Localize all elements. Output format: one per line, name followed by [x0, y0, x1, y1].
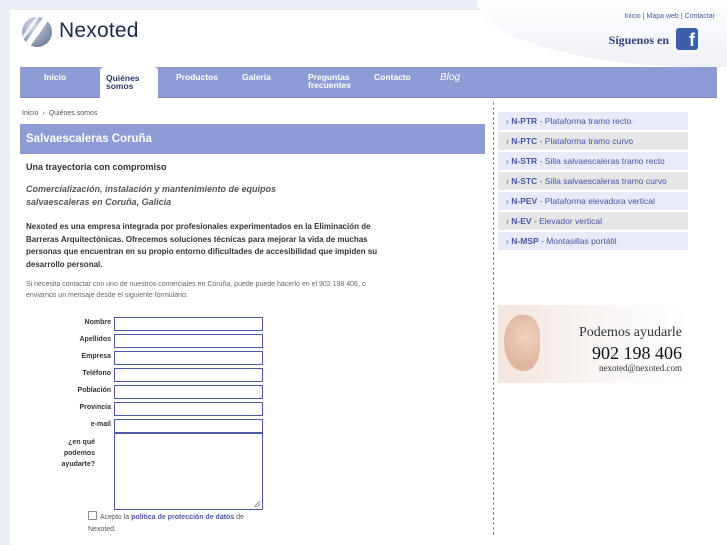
breadcrumb-current: Quiénes somos [48, 110, 98, 117]
label-telefono: Teléfono [82, 370, 111, 377]
nav-item-blog[interactable]: Blog [440, 67, 460, 98]
message-textarea[interactable] [114, 433, 263, 510]
privacy-consent: Acepto la política de protección de dato… [88, 511, 248, 536]
label-nombre: Nombre [84, 319, 111, 326]
provincia-input[interactable] [114, 402, 263, 416]
label-provincia: Provincia [79, 404, 111, 411]
toplink-mapa-web[interactable]: Mapa web [647, 13, 679, 20]
sidebar-item-code: N-EV [511, 216, 532, 226]
nombre-input[interactable] [114, 317, 263, 331]
sidebar-item-dash: - [539, 156, 543, 166]
promo-email: nexoted@nexoted.com [598, 363, 682, 373]
chevron-right-icon: › [506, 196, 509, 206]
nav-item-productos[interactable]: Productos [176, 67, 218, 98]
resize-grip-icon[interactable] [254, 501, 260, 507]
breadcrumb-home[interactable]: Inicio [22, 110, 38, 117]
chevron-right-icon: › [506, 136, 509, 146]
contact-promo-banner[interactable]: Podemos ayudarle 902 198 406 nexoted@nex… [498, 305, 688, 383]
sidebar-item-text: Plataforma elevadora vertical [544, 196, 655, 206]
sidebar-item-n-pev[interactable]: › N-PEV - Plataforma elevadora vertical [498, 192, 688, 212]
sidebar-item-dash: - [539, 176, 543, 186]
sidebar-item-code: N-PEV [511, 196, 538, 206]
follow-label: Síguenos en [608, 33, 669, 47]
sidebar-item-text: Elevador vertical [539, 216, 602, 226]
sidebar-item-dash: - [539, 196, 543, 206]
facebook-icon[interactable]: f [676, 28, 698, 50]
form-row-telefono: Teléfono [26, 368, 266, 382]
column-divider [493, 102, 494, 535]
chevron-right-icon: › [506, 236, 509, 246]
section-subtitle: Una trayectoria con compromiso [26, 162, 167, 172]
sidebar-item-text: Plataforma tramo recto [544, 116, 632, 126]
main-nav: Inicio Quiénes somos Productos Galería P… [20, 67, 717, 98]
sidebar-item-n-msp[interactable]: › N-MSP - Montasillas portátil [498, 232, 688, 252]
privacy-policy-link[interactable]: política de protección de datos [131, 514, 234, 521]
chevron-right-icon: › [506, 156, 509, 166]
nav-item-quienes-somos[interactable]: Quiénes somos [100, 67, 158, 98]
sidebar-item-n-str[interactable]: › N-STR - Silla salvaescaleras tramo rec… [498, 152, 688, 172]
label-apellidos: Apellidos [79, 336, 111, 343]
sidebar-item-dash: - [533, 216, 537, 226]
form-row-provincia: Provincia [26, 402, 266, 416]
label-email: e-mail [90, 421, 111, 428]
nav-item-inicio[interactable]: Inicio [44, 67, 66, 98]
poblacion-input[interactable] [114, 385, 263, 399]
label-empresa: Empresa [81, 353, 111, 360]
sidebar-item-code: N-MSP [511, 236, 539, 246]
privacy-prefix: Acepto la [100, 514, 130, 521]
nav-item-contacto[interactable]: Contacto [374, 67, 411, 98]
sidebar-item-text: Montasillas portátil [546, 236, 617, 246]
page-title: Salvaescaleras Coruña [26, 133, 152, 145]
intro-paragraph: Nexoted es una empresa integrada por pro… [26, 222, 378, 269]
nexoted-logo-icon[interactable] [22, 17, 52, 47]
sidebar-item-code: N-PTR [511, 116, 538, 126]
contact-paragraph: Si necesita contactar con uno de nuestro… [26, 281, 366, 299]
top-links: Inicio | Mapa web | Contactar [624, 13, 715, 20]
brand-name[interactable]: Nexoted [59, 19, 139, 43]
sidebar-item-n-ev[interactable]: › N-EV - Elevador vertical [498, 212, 688, 232]
italic-heading: Comercialización, instalación y mantenim… [26, 184, 277, 207]
label-poblacion: Población [77, 387, 111, 394]
product-sidebar: › N-PTR - Plataforma tramo recto › N-PTC… [498, 112, 688, 252]
sidebar-item-dash: - [539, 136, 543, 146]
sidebar-item-code: N-STR [511, 156, 538, 166]
sidebar-item-dash: - [539, 116, 543, 126]
toplink-inicio[interactable]: Inicio [624, 13, 640, 20]
page-title-bar: Salvaescaleras Coruña [20, 124, 485, 154]
empresa-input[interactable] [114, 351, 263, 365]
ear-illustration-icon [504, 315, 540, 371]
toplink-contactar[interactable]: Contactar [685, 13, 715, 20]
form-row-apellidos: Apellidos [26, 334, 266, 348]
main-content: Una trayectoria con compromiso Comercial… [26, 162, 396, 301]
breadcrumb: Inicio › Quiénes somos [22, 110, 97, 117]
promo-title: Podemos ayudarle [578, 325, 682, 340]
breadcrumb-arrow-icon: › [42, 110, 45, 117]
form-row-empresa: Empresa [26, 351, 266, 365]
sidebar-item-text: Silla salvaescaleras tramo curvo [544, 176, 667, 186]
chevron-right-icon: › [506, 176, 509, 186]
chevron-right-icon: › [506, 116, 509, 126]
sidebar-item-code: N-PTC [511, 136, 538, 146]
form-row-poblacion: Población [26, 385, 266, 399]
nav-item-galeria[interactable]: Galería [242, 67, 271, 98]
form-row-nombre: Nombre [26, 317, 266, 331]
apellidos-input[interactable] [114, 334, 263, 348]
nav-item-preguntas-frecuentes[interactable]: Preguntas frecuentes [308, 67, 358, 98]
promo-phone: 902 198 406 [592, 343, 682, 363]
privacy-checkbox[interactable] [88, 511, 97, 520]
sidebar-item-text: Plataforma tramo curvo [544, 136, 634, 146]
sidebar-item-n-stc[interactable]: › N-STC - Silla salvaescaleras tramo cur… [498, 172, 688, 192]
sidebar-item-n-ptc[interactable]: › N-PTC - Plataforma tramo curvo [498, 132, 688, 152]
sidebar-item-n-ptr[interactable]: › N-PTR - Plataforma tramo recto [498, 112, 688, 132]
email-input[interactable] [114, 419, 263, 433]
form-row-email: e-mail [26, 419, 266, 433]
sidebar-item-code: N-STC [511, 176, 538, 186]
telefono-input[interactable] [114, 368, 263, 382]
sidebar-item-text: Silla salvaescaleras tramo recto [544, 156, 665, 166]
chevron-right-icon: › [506, 216, 509, 226]
label-message: ¿en qué podemos ayudarte? [61, 439, 95, 468]
sidebar-item-dash: - [540, 236, 544, 246]
